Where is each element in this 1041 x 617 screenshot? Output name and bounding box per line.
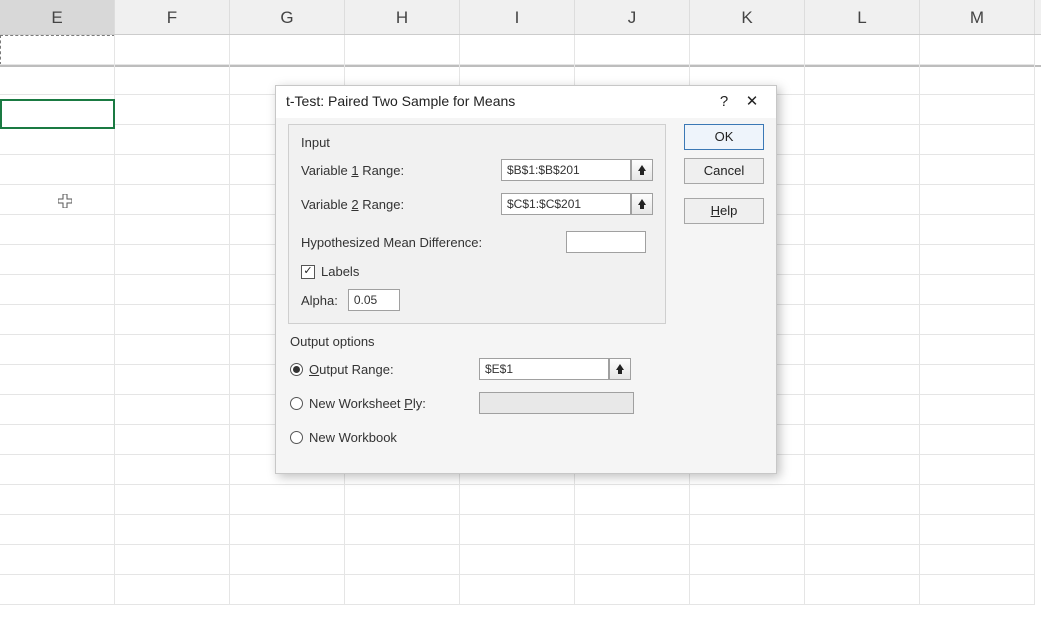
output-group: Output options Output Range: [288, 334, 666, 449]
var1-label: Variable 1 Range: [301, 163, 501, 178]
col-header-K[interactable]: K [690, 0, 805, 34]
col-header-I[interactable]: I [460, 0, 575, 34]
output-range-input[interactable] [479, 358, 609, 380]
new-workbook-radio[interactable]: New Workbook [290, 425, 664, 449]
dialog-titlebar[interactable]: t-Test: Paired Two Sample for Means ? ✕ [276, 86, 776, 118]
ttest-dialog: t-Test: Paired Two Sample for Means ? ✕ … [275, 85, 777, 474]
col-header-M[interactable]: M [920, 0, 1035, 34]
var2-ref-button[interactable] [631, 193, 653, 215]
col-header-H[interactable]: H [345, 0, 460, 34]
cancel-button[interactable]: Cancel [684, 158, 764, 184]
output-range-label: Output Range: [309, 362, 479, 377]
col-header-F[interactable]: F [115, 0, 230, 34]
column-headers: E F G H I J K L M [0, 0, 1041, 35]
input-group: Input Variable 1 Range: Variable 2 Range [288, 124, 666, 324]
radio-selected-icon [290, 363, 303, 376]
var2-range-input[interactable] [501, 193, 631, 215]
radio-unselected-icon [290, 431, 303, 444]
col-header-L[interactable]: L [805, 0, 920, 34]
var1-range-input[interactable] [501, 159, 631, 181]
new-workbook-label: New Workbook [309, 430, 397, 445]
dialog-buttons: OK Cancel Help [684, 124, 764, 459]
labels-checkbox-label: Labels [321, 264, 359, 279]
labels-checkbox[interactable]: ✓ Labels [301, 264, 653, 279]
radio-unselected-icon [290, 397, 303, 410]
collapse-icon [636, 198, 648, 210]
alpha-label: Alpha: [301, 293, 338, 308]
col-header-J[interactable]: J [575, 0, 690, 34]
col-header-G[interactable]: G [230, 0, 345, 34]
var2-label: Variable 2 Range: [301, 197, 501, 212]
hyp-mean-input[interactable] [566, 231, 646, 253]
new-worksheet-label: New Worksheet Ply: [309, 396, 479, 411]
new-worksheet-radio[interactable]: New Worksheet Ply: [290, 391, 664, 415]
output-ref-button[interactable] [609, 358, 631, 380]
checkmark-icon: ✓ [301, 265, 315, 279]
help-button[interactable]: Help [684, 198, 764, 224]
collapse-icon [636, 164, 648, 176]
hyp-mean-label: Hypothesized Mean Difference: [301, 235, 566, 250]
col-header-E[interactable]: E [0, 0, 115, 34]
help-icon[interactable]: ? [710, 93, 738, 110]
output-group-title: Output options [290, 334, 664, 349]
output-range-radio[interactable]: Output Range: [290, 357, 664, 381]
collapse-icon [614, 363, 626, 375]
input-group-title: Input [301, 135, 653, 150]
dialog-title: t-Test: Paired Two Sample for Means [286, 93, 710, 109]
alpha-input[interactable] [348, 289, 400, 311]
ok-button[interactable]: OK [684, 124, 764, 150]
var1-ref-button[interactable] [631, 159, 653, 181]
new-worksheet-input[interactable] [479, 392, 634, 414]
close-icon[interactable]: ✕ [738, 92, 766, 110]
